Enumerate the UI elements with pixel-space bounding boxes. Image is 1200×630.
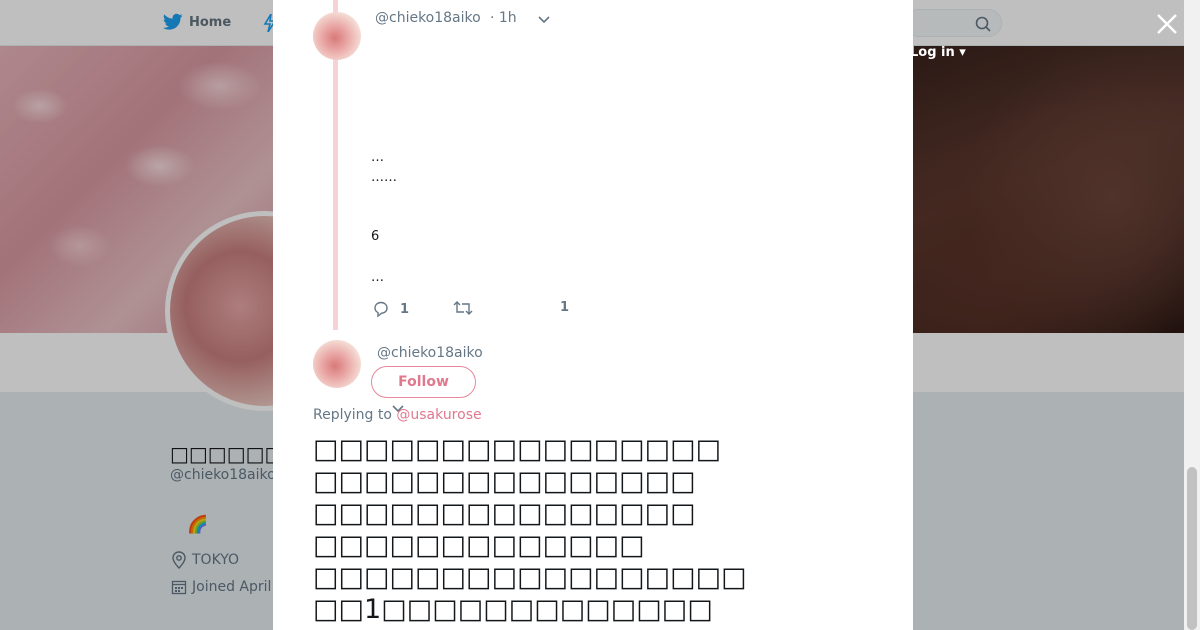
tweet-text-line: ……: [371, 170, 397, 185]
reply-button[interactable]: 1: [372, 300, 409, 318]
like-button[interactable]: 1: [560, 300, 569, 315]
tweet-author-handle[interactable]: @chieko18aiko: [377, 345, 483, 361]
tweet-text-line: □□□□□□□□□□□□□□□: [313, 466, 696, 497]
scrollbar-thumb[interactable]: [1187, 467, 1197, 630]
tweet-text-line: □□□□□□□□□□□□□□□□: [313, 434, 722, 465]
tweet-text-line: …: [371, 150, 384, 165]
chevron-down-icon[interactable]: [537, 12, 551, 26]
follow-button[interactable]: Follow: [371, 366, 476, 398]
tweet-modal: @chieko18aiko · 1h … …… 6 … 1 1 @chieko1…: [273, 0, 913, 630]
tweet-text-line: □□1□□□□□□□□□□□□□: [313, 594, 713, 625]
tweet-text-line: …: [371, 270, 384, 285]
login-menu[interactable]: Log in ▾: [910, 45, 966, 60]
avatar[interactable]: [313, 340, 361, 388]
tweet-author-handle[interactable]: @chieko18aiko: [375, 10, 481, 26]
reply-icon: [374, 301, 388, 318]
tweet-text-line: □□□□□□□□□□□□□□□□□: [313, 562, 747, 593]
tweet-timestamp[interactable]: · 1h: [490, 10, 517, 26]
avatar[interactable]: [313, 12, 361, 60]
replying-prefix: Replying to: [313, 407, 392, 423]
close-icon[interactable]: [1155, 12, 1179, 36]
tweet-text: □□□□□□□□□□□□□□□□ □□□□□□□□□□□□□□□ □□□□□□□…: [313, 434, 873, 626]
replying-to: Replying to @usakurose: [313, 407, 482, 423]
retweet-button[interactable]: [453, 300, 473, 316]
replying-to-mention[interactable]: @usakurose: [396, 407, 481, 423]
like-count: 1: [560, 300, 570, 315]
tweet-text-line: □□□□□□□□□□□□□: [313, 530, 645, 561]
tweet-text-line: 6: [371, 229, 380, 244]
tweet-text-line: □□□□□□□□□□□□□□□: [313, 498, 696, 529]
reply-count: 1: [400, 301, 410, 317]
retweet-icon: [453, 301, 473, 315]
